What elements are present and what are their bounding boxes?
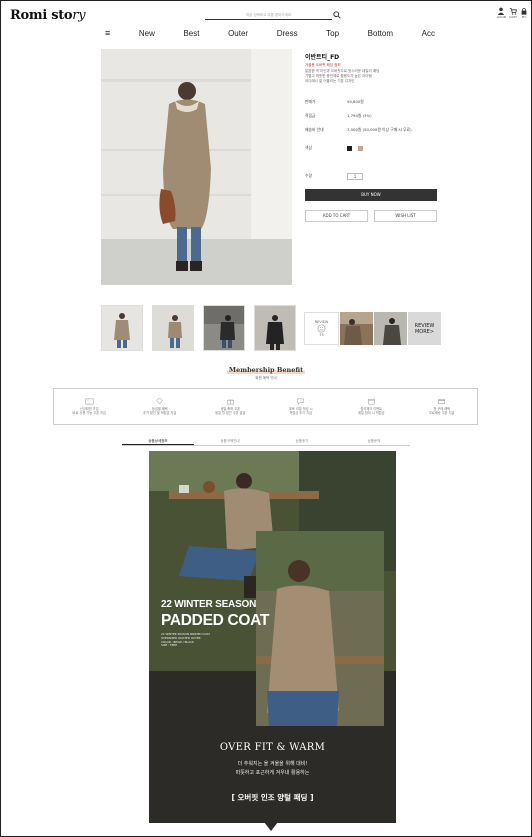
review-more-button[interactable]: REVIEW MORE> [408,312,441,345]
benefit-item: 신규회원 가입 바로 사용 가능 쿠폰 지급 [54,389,125,424]
quantity-row: 수량 1 [305,173,363,180]
review-more-line2: MORE> [414,328,435,335]
gift-icon [227,398,234,404]
search-input[interactable]: 지금 검색하고 쿠폰 받아가세요 [205,11,332,20]
color-swatch-beige[interactable] [358,145,363,151]
review-icon [297,398,304,405]
benefit-line: 추가 할인 및 적립금 지급 [143,411,177,415]
diamond-icon [156,398,164,404]
product-description: 깔끔한 넥 라인과 오버핏으로 멋스러운 데일리 패딩 가볍고 따뜻한 충전재로… [305,69,437,84]
nav-item-best[interactable]: Best [183,29,199,38]
cart-icon[interactable]: CART [509,7,517,19]
banner-copy-line: 더 추워지는 올 겨울을 위해 대비! [237,761,308,767]
benefit-list: 신규회원 가입 바로 사용 가능 쿠폰 지급 등급별 혜택 추가 할인 및 적립… [53,388,478,425]
review-photo[interactable] [374,312,407,345]
product-info-panel: 이반트티_FD 겨울용 오버핏 패딩 점퍼 깔끔한 넥 라인과 오버핏으로 멋스… [305,52,437,222]
nav-item-outer[interactable]: Outer [228,29,248,38]
review-strip: REVIEW 75 REVIEW MORE> [304,312,441,345]
product-thumbnail[interactable] [254,305,296,351]
wishlist-button[interactable]: WISH LIST [374,210,437,222]
delivery-label: 배송비 안내 [305,127,324,132]
price-row: 판매가 59,800원 [305,99,364,105]
banner-product-title: [ 오버핏 인조 양털 패딩 ] [231,793,314,802]
user-icon[interactable]: LOGIN [497,7,506,19]
benefit-line: 생일 월 할인 쿠폰 발급 [215,411,246,415]
delivery-value: 3,000원 (50,000원 이상 구매 시 무료) [347,127,412,132]
banner-small-copy: 22 WINTER SEASON PADDED COAT OVERSIZED Q… [161,632,261,648]
main-nav: ≡ New Best Outer Dress Top Bottom Acc [105,27,435,39]
benefit-item: 첫 구매 혜택 무료배송 쿠폰 지급 [407,389,478,424]
points-row: 적립금 1,794원 (3%) [305,113,372,119]
site-logo[interactable]: Romi story [10,8,86,23]
color-row: 색상 [305,145,363,151]
coupon-icon [85,398,94,404]
lock-icon-label: MY [521,15,527,19]
banner-arrow-icon [264,822,278,831]
review-count: 75 [319,333,324,337]
product-main-image[interactable] [101,49,292,285]
add-to-cart-button[interactable]: ADD TO CART [305,210,368,222]
benefit-line: 바로 사용 가능 쿠폰 지급 [72,411,106,415]
points-label: 적립금 [305,113,316,118]
card-icon [438,398,445,404]
product-name: 이반트티_FD [305,54,340,61]
price-label: 판매가 [305,99,316,104]
benefit-line: 무료배송 쿠폰 지급 [429,411,455,415]
detail-tabs: 상품상세정보 상품구매안내 상품후기 상품문의 [122,437,410,446]
membership-title-text: Membership Benefit [226,366,306,374]
lock-icon[interactable]: MY [520,7,528,19]
delivery-row: 배송비 안내 3,000원 (50,000원 이상 구매 시 무료) [305,127,412,133]
nav-item-dress[interactable]: Dress [277,29,298,38]
price-value: 59,800원 [347,99,364,104]
banner-tagline: OVER FIT & WARM [219,742,326,753]
product-promo: 겨울용 오버핏 패딩 점퍼 [305,63,341,67]
desc-line: 어디에나 잘 어울리는 기본 디자인 [305,79,355,83]
benefit-item: 등급별 혜택 추가 할인 및 적립금 지급 [125,389,196,424]
user-icon-label: LOGIN [496,15,506,19]
cart-icon-label: CART [509,15,517,19]
color-label: 색상 [305,145,312,150]
nav-item-new[interactable]: New [139,29,155,38]
tab-purchase-guide[interactable]: 상품구매안내 [194,437,266,445]
nav-item-top[interactable]: Top [326,29,339,38]
tab-detail[interactable]: 상품상세정보 [122,437,194,445]
review-photo[interactable] [340,312,373,345]
points-value: 1,794원 (3%) [347,113,372,118]
banner-copy: 더 추워지는 올 겨울을 위해 대비! 따뜻하고 포근하게 겨우내 활용하는 [149,760,396,778]
benefit-line: 적립금 추가 지급 [289,411,313,415]
quantity-label: 수량 [305,173,312,178]
review-count-card[interactable]: REVIEW 75 [304,312,339,345]
nav-item-acc[interactable]: Acc [422,29,435,38]
detail-banner: 22 WINTER SEASON PADDED COAT 22 WINTER S… [149,451,396,823]
thumbnail-strip [101,305,296,351]
benefit-item: 생일 축하 쿠폰 생일 월 할인 쿠폰 발급 [195,389,266,424]
search-icon[interactable] [333,11,341,19]
nav-item-bottom[interactable]: Bottom [368,29,393,38]
tab-reviews[interactable]: 상품후기 [266,437,338,445]
quantity-stepper[interactable]: 1 [347,173,363,180]
banner-season: 22 WINTER SEASON [161,599,257,610]
banner-headline: PADDED COAT [161,612,270,629]
membership-subtitle: 회원 혜택 안내 [255,376,277,380]
product-thumbnail[interactable] [203,305,245,351]
calendar-icon [368,398,375,404]
membership-title: Membership Benefit [0,366,532,374]
product-thumbnail[interactable] [101,305,143,351]
benefit-line: 매일 참여 시 적립금 [358,411,385,415]
tab-qna[interactable]: 상품문의 [338,437,410,445]
product-thumbnail[interactable] [152,305,194,351]
buy-now-button[interactable]: BUY NOW [305,189,437,201]
banner-small-line: SIZE : FREE [161,643,178,648]
benefit-item: 출석체크 이벤트 매일 참여 시 적립금 [336,389,407,424]
banner-copy-line: 따뜻하고 포근하게 겨우내 활용하는 [235,770,310,776]
benefit-item: 포토 리뷰 작성 시 적립금 추가 지급 [266,389,337,424]
color-swatch-black[interactable] [347,145,352,151]
hamburger-menu-icon[interactable]: ≡ [105,28,110,38]
smiley-icon [317,324,326,333]
header-icons: LOGIN CART MY [497,7,528,19]
